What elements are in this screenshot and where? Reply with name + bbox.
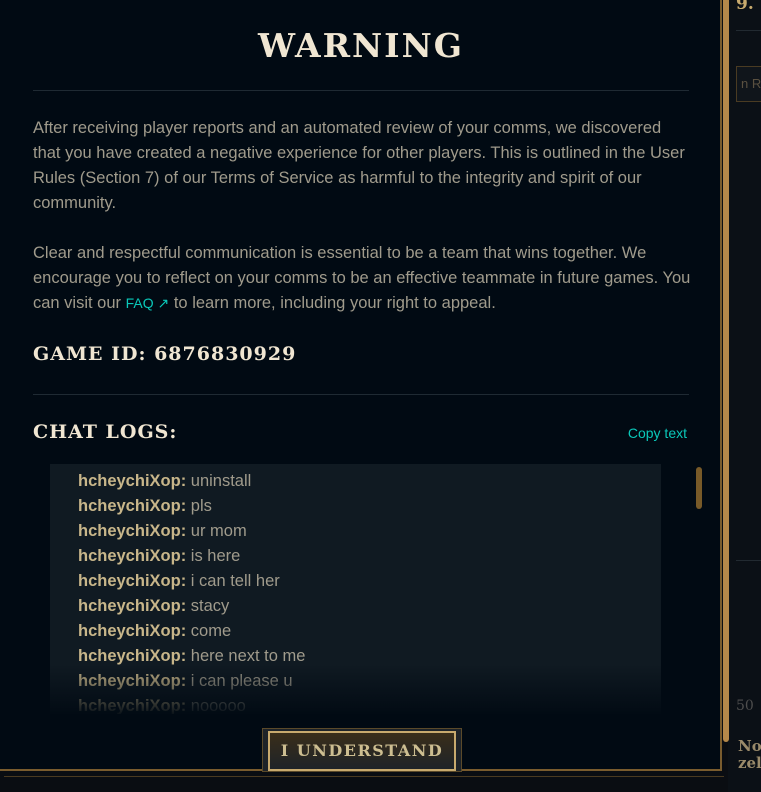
paragraph-2-text-end: to learn more, including your right to a…	[169, 294, 496, 312]
chat-message: here next to me	[190, 647, 306, 665]
chat-line: hcheychiXop: here next to me	[78, 644, 305, 669]
background-divider	[736, 560, 761, 561]
game-id: GAME ID: 6876830929	[33, 343, 297, 365]
chat-logs-heading: CHAT LOGS:	[33, 421, 178, 443]
modal-title: WARNING	[258, 26, 464, 65]
warning-paragraph-1: After receiving player reports and an au…	[33, 119, 685, 212]
external-link-icon: ↗	[157, 295, 170, 311]
background-name: No zelyn	[738, 738, 761, 772]
chat-message: come	[190, 622, 232, 640]
chat-log-box[interactable]: hcheychiXop: uninstall hcheychiXop: pls …	[50, 464, 661, 714]
modal-frame-border	[4, 776, 724, 777]
chat-line: hcheychiXop: pls	[78, 494, 212, 519]
chat-sender: hcheychiXop:	[78, 472, 187, 490]
warning-paragraph-2: Clear and respectful communication is es…	[33, 241, 693, 316]
chat-line: hcheychiXop: come	[78, 619, 231, 644]
chat-message: i can tell her	[190, 572, 280, 590]
chat-sender: hcheychiXop:	[78, 497, 187, 515]
section-divider	[33, 394, 689, 395]
background-divider	[736, 30, 761, 31]
background-name-line-1: No	[738, 737, 761, 755]
chat-sender: hcheychiXop:	[78, 622, 187, 640]
chat-sender: hcheychiXop:	[78, 572, 187, 590]
title-divider	[33, 90, 689, 91]
chat-message: stacy	[190, 597, 230, 615]
chat-line: hcheychiXop: uninstall	[78, 469, 251, 494]
background-name-line-2: zelyn	[738, 754, 761, 772]
chat-line: hcheychiXop: nooooo	[78, 694, 246, 714]
chat-message: i can please u	[190, 672, 293, 690]
chat-sender: hcheychiXop:	[78, 647, 187, 665]
chat-message: is here	[190, 547, 241, 565]
faq-link[interactable]: FAQ ↗	[126, 295, 170, 311]
chat-sender: hcheychiXop:	[78, 547, 187, 565]
chat-line: hcheychiXop: stacy	[78, 594, 229, 619]
chat-sender: hcheychiXop:	[78, 522, 187, 540]
background-top-text: 9.	[736, 0, 754, 14]
faq-link-label: FAQ	[125, 295, 154, 311]
i-understand-button[interactable]: I UNDERSTAND	[268, 731, 456, 771]
chat-sender: hcheychiXop:	[78, 672, 187, 690]
chat-message: nooooo	[190, 697, 246, 714]
chat-message: ur mom	[190, 522, 247, 540]
background-input-field: n R	[736, 66, 761, 102]
modal-scrollbar[interactable]	[723, 0, 729, 742]
chat-message: uninstall	[190, 472, 252, 490]
chat-sender: hcheychiXop:	[78, 597, 187, 615]
chat-line: hcheychiXop: i can tell her	[78, 569, 280, 594]
background-app-panel: 9. n R 50 No zelyn	[728, 0, 761, 792]
background-number: 50	[736, 698, 754, 714]
warning-modal: WARNING After receiving player reports a…	[0, 0, 722, 772]
chat-message: pls	[190, 497, 212, 515]
chat-line: hcheychiXop: ur mom	[78, 519, 247, 544]
copy-text-button[interactable]: Copy text	[628, 425, 687, 441]
chat-scrollbar[interactable]	[696, 467, 702, 509]
chat-line: hcheychiXop: i can please u	[78, 669, 293, 694]
chat-line: hcheychiXop: is here	[78, 544, 240, 569]
chat-sender: hcheychiXop:	[78, 697, 187, 714]
